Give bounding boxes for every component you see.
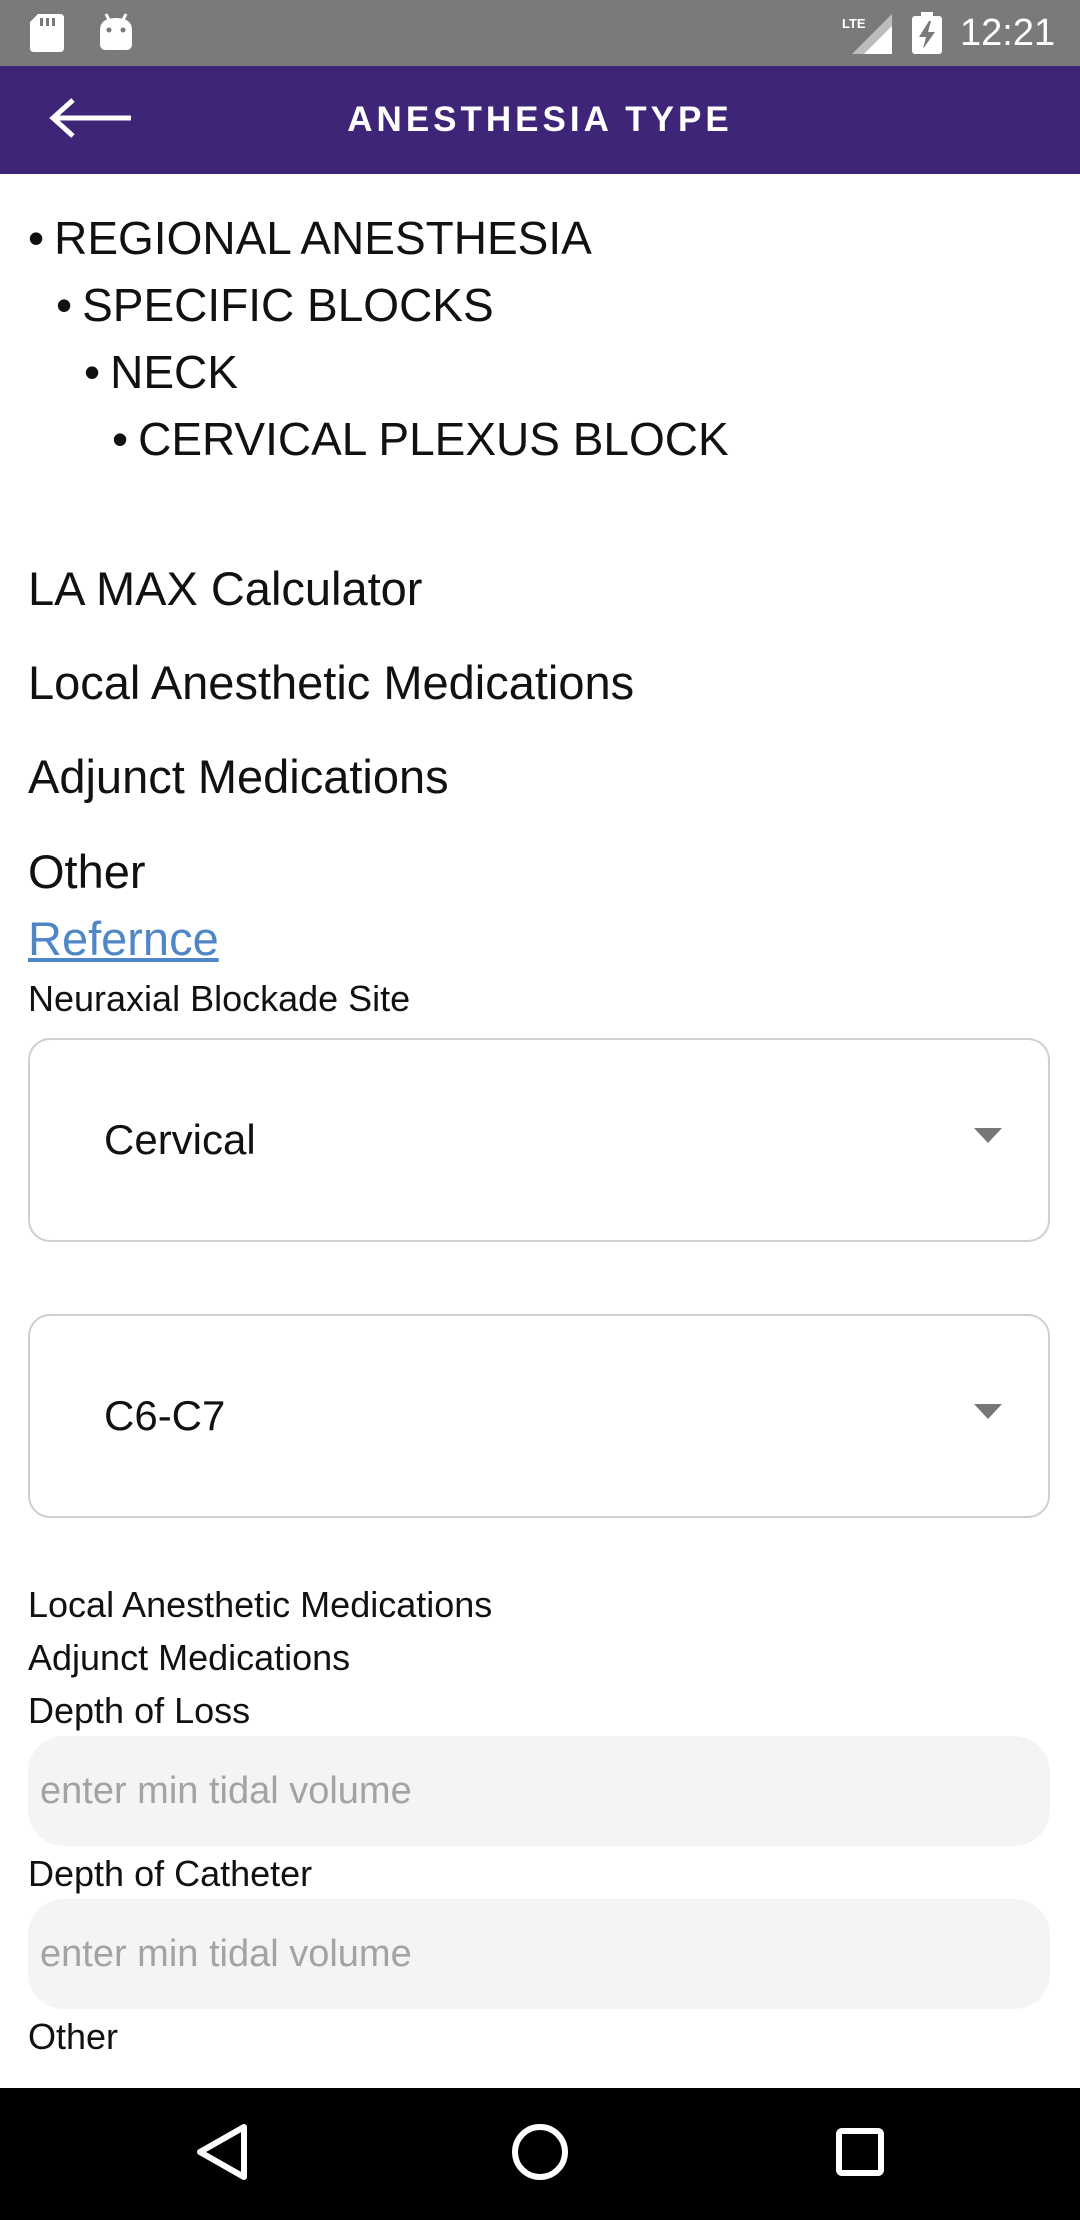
nav-home-button[interactable] (492, 2106, 588, 2202)
depth-of-catheter-label: Depth of Catheter (28, 1853, 313, 1894)
blockade-site-value: Cervical (104, 1116, 256, 1163)
depth-of-loss-input[interactable] (28, 1736, 1050, 1846)
bullet: • (28, 212, 45, 264)
blockade-level-value: C6-C7 (104, 1392, 226, 1439)
adjunct-medications-label: Adjunct Medications (28, 1637, 351, 1678)
arrow-left-icon (47, 96, 133, 145)
breadcrumb-item: • CERVICAL PLEXUS BLOCK (112, 413, 729, 465)
adjunct-medications-link[interactable]: Adjunct Medications (28, 748, 449, 806)
recents-square-icon (834, 2126, 886, 2183)
dropdown-caret-icon (974, 1128, 1002, 1149)
back-triangle-icon (194, 2122, 250, 2187)
nav-recents-button[interactable] (812, 2106, 908, 2202)
depth-of-loss-label: Depth of Loss (28, 1690, 251, 1731)
page-title: ANESTHESIA TYPE (347, 100, 733, 139)
navigation-bar (0, 2088, 1080, 2220)
reference-link[interactable]: Refernce (28, 910, 219, 968)
dropdown-caret-icon (974, 1404, 1002, 1425)
lte-signal-icon: LTE (842, 14, 894, 59)
neuraxial-blockade-site-label: Neuraxial Blockade Site (28, 978, 411, 1019)
breadcrumb-item: • NECK (84, 346, 238, 398)
la-max-calculator-link[interactable]: LA MAX Calculator (28, 560, 422, 618)
local-anesthetic-medications-link[interactable]: Local Anesthetic Medications (28, 654, 634, 712)
local-anesthetic-medications-label: Local Anesthetic Medications (28, 1584, 493, 1625)
bullet: • (56, 279, 73, 331)
breadcrumb-item: • REGIONAL ANESTHESIA (28, 212, 592, 264)
other-link[interactable]: Other (28, 843, 146, 901)
depth-of-catheter-input[interactable] (28, 1899, 1050, 2009)
sd-card-icon (30, 14, 64, 57)
blockade-site-select[interactable]: Cervical (28, 1038, 1050, 1242)
app-bar: ANESTHESIA TYPE (0, 66, 1080, 174)
back-button[interactable] (40, 86, 140, 154)
blockade-level-select[interactable]: C6-C7 (28, 1314, 1050, 1518)
other-label: Other (28, 2016, 119, 2057)
bullet: • (84, 346, 101, 398)
home-circle-icon (510, 2122, 570, 2187)
breadcrumb-item: • SPECIFIC BLOCKS (56, 279, 494, 331)
svg-text:LTE: LTE (842, 16, 866, 31)
nav-back-button[interactable] (174, 2106, 270, 2202)
android-icon (98, 12, 134, 55)
status-bar: LTE 12:21 (0, 0, 1080, 66)
status-clock: 12:21 (960, 12, 1056, 54)
bullet: • (112, 413, 129, 465)
battery-charging-icon (912, 12, 942, 59)
